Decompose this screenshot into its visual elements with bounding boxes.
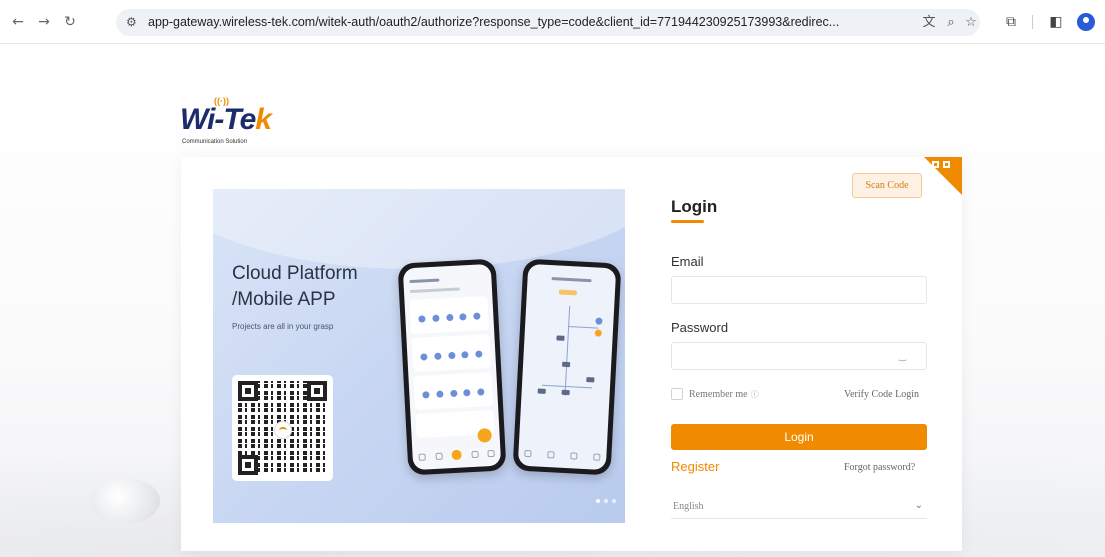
login-button[interactable]: Login <box>671 424 927 450</box>
banner-subtitle: Projects are all in your grasp <box>232 322 334 331</box>
password-input[interactable] <box>671 342 927 370</box>
verify-code-login-link[interactable]: Verify Code Login <box>844 389 919 400</box>
remember-me[interactable]: Remember me ⓘ <box>671 388 759 400</box>
carousel-dots[interactable] <box>596 499 616 503</box>
site-settings-icon[interactable]: ⚙ <box>126 15 137 29</box>
language-value: English <box>673 501 704 512</box>
login-card: Cloud Platform /Mobile APP Projects are … <box>181 157 962 551</box>
password-label: Password <box>671 320 729 335</box>
remember-me-label: Remember me <box>689 388 748 400</box>
qr-code-icon[interactable] <box>932 161 956 185</box>
address-bar[interactable]: ⚙ app-gateway.wireless-tek.com/witek-aut… <box>116 9 980 36</box>
qr-logo-icon <box>274 421 292 439</box>
side-panel-icon[interactable]: ◧ <box>1046 12 1066 32</box>
extensions-icon[interactable]: ⧉ <box>1001 12 1021 32</box>
info-icon[interactable]: ⓘ <box>751 389 759 400</box>
phone-mockup-projects <box>397 258 507 476</box>
phone-mockup-topology <box>512 258 622 476</box>
eye-closed-icon[interactable]: ‿ <box>899 353 911 362</box>
logo-wordmark: Wi-Tek <box>180 103 272 136</box>
app-promo-banner: Cloud Platform /Mobile APP Projects are … <box>213 189 625 523</box>
reload-icon[interactable]: ↻ <box>60 12 80 32</box>
logo-tagline: Communication Solution <box>182 139 248 145</box>
back-icon[interactable]: ← <box>8 12 28 32</box>
forward-icon[interactable]: → <box>34 12 54 32</box>
remember-me-checkbox[interactable] <box>671 388 683 400</box>
address-url[interactable]: app-gateway.wireless-tek.com/witek-auth/… <box>148 15 938 29</box>
forgot-password-link[interactable]: Forgot password? <box>844 462 915 473</box>
browser-toolbar: ← → ↻ ⚙ app-gateway.wireless-tek.com/wit… <box>0 0 1105 44</box>
profile-icon[interactable] <box>1077 13 1095 31</box>
translate-icon[interactable]: 文 <box>920 14 938 32</box>
star-icon[interactable]: ☆ <box>962 14 980 32</box>
chevron-down-icon: ⌄ <box>914 500 923 511</box>
banner-title: Cloud Platform /Mobile APP <box>232 263 358 310</box>
scan-code-button[interactable]: Scan Code <box>852 173 922 198</box>
background-bubble <box>90 478 160 524</box>
language-select[interactable]: English ⌄ <box>671 495 927 519</box>
login-title-underline <box>671 220 704 223</box>
email-input[interactable] <box>671 276 927 304</box>
login-title: Login <box>671 197 718 216</box>
app-download-qr-code <box>232 375 333 481</box>
toolbar-divider <box>1032 15 1033 29</box>
register-link[interactable]: Register <box>671 459 719 474</box>
email-label: Email <box>671 254 704 269</box>
zoom-icon[interactable]: ⌕ <box>942 14 960 32</box>
brand-logo: ((·)) Wi-Tek Communication Solution <box>180 96 300 153</box>
